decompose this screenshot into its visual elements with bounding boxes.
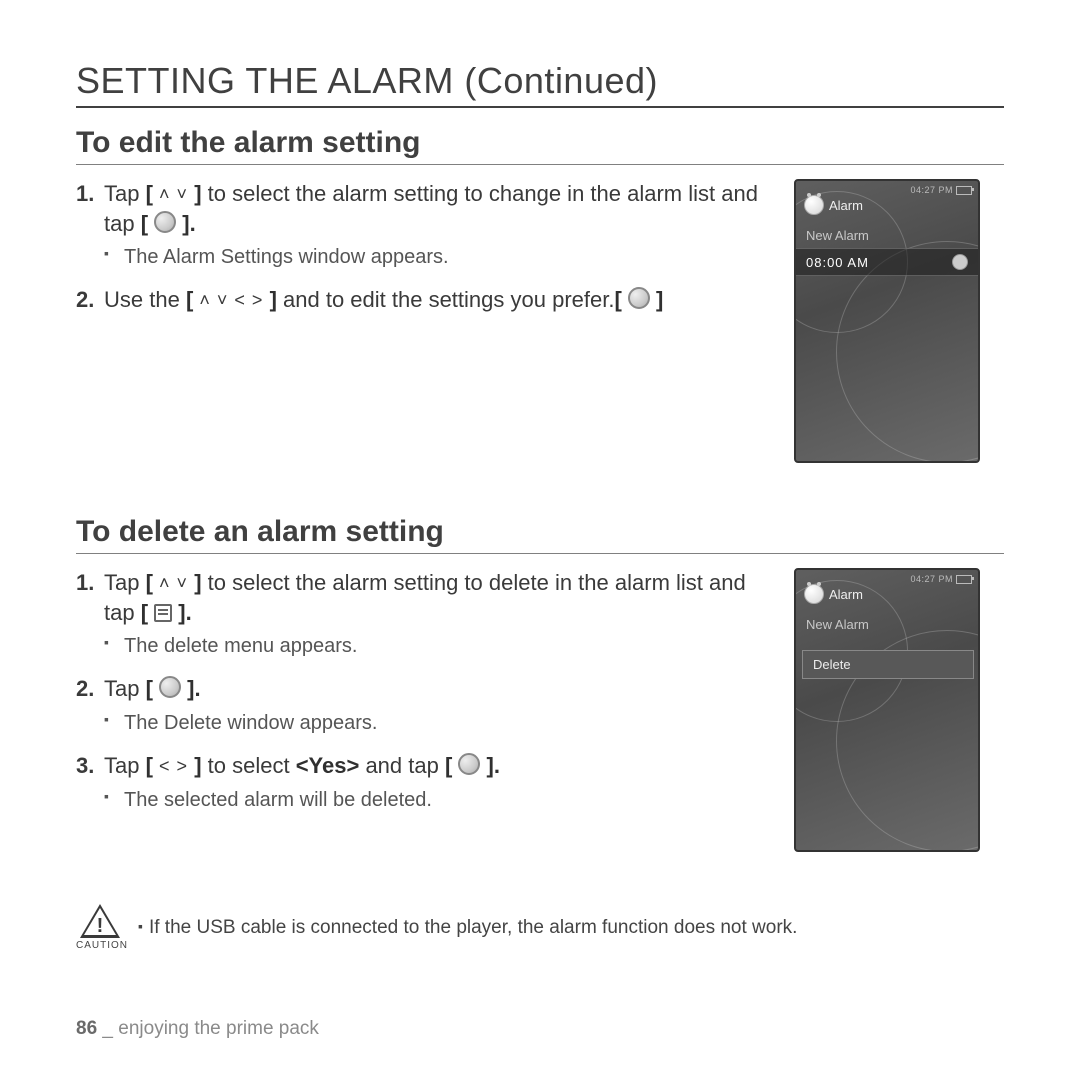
- instruction-substep: The Alarm Settings window appears.: [104, 244, 766, 271]
- select-button-icon: [159, 676, 181, 698]
- battery-icon: [956, 186, 972, 195]
- instruction-step: 2.Use the [ ˄ ˅ ˂ ˃ ] and to edit the se…: [76, 285, 766, 315]
- section-delete: 1.Tap [ ˄ ˅ ] to select the alarm settin…: [76, 568, 1004, 852]
- page-title: SETTING THE ALARM (Continued): [76, 60, 1004, 108]
- device-status-bar: 04:27 PM: [910, 185, 972, 195]
- alarm-clock-icon: [804, 195, 824, 215]
- device-status-bar: 04:27 PM: [910, 574, 972, 584]
- footer-sep: _: [97, 1018, 118, 1039]
- alarm-clock-icon: [804, 584, 824, 604]
- device-screenshot-delete: 04:27 PM Alarm New Alarm Delete: [794, 568, 980, 852]
- device-alarm-row: 08:00 AM: [796, 248, 978, 276]
- instruction-step: 1.Tap [ ˄ ˅ ] to select the alarm settin…: [76, 568, 766, 660]
- device-time: 04:27 PM: [910, 574, 953, 584]
- device-alarm-list: New Alarm: [796, 612, 978, 637]
- device-title: Alarm: [804, 195, 863, 215]
- section-edit: 1.Tap [ ˄ ˅ ] to select the alarm settin…: [76, 179, 1004, 463]
- page-footer: 86 _ enjoying the prime pack: [76, 1018, 319, 1040]
- section-heading-delete: To delete an alarm setting: [76, 515, 1004, 554]
- instruction-substep: The delete menu appears.: [104, 633, 766, 660]
- device-alarm-row: New Alarm: [796, 612, 978, 637]
- instruction-step: 3.Tap [ ˂ ˃ ] to select <Yes> and tap [ …: [76, 751, 766, 814]
- instruction-step: 2.Tap [ ].The Delete window appears.: [76, 674, 766, 737]
- menu-button-icon: [154, 604, 172, 622]
- direction-arrows-icon: ˄ ˅ ˂ ˃: [199, 291, 263, 309]
- battery-icon: [956, 575, 972, 584]
- edit-steps: 1.Tap [ ˄ ˅ ] to select the alarm settin…: [76, 179, 766, 329]
- caution-note: ! CAUTION ▪If the USB cable is connected…: [76, 904, 1004, 951]
- select-button-icon: [628, 287, 650, 309]
- caution-icon: ! CAUTION: [76, 904, 124, 951]
- direction-arrows-icon: ˄ ˅: [159, 185, 188, 203]
- instruction-substep: The selected alarm will be deleted.: [104, 787, 766, 814]
- page-number: 86: [76, 1018, 97, 1039]
- device-title: Alarm: [804, 584, 863, 604]
- device-screenshot-edit: 04:27 PM Alarm New Alarm08:00 AM: [794, 179, 980, 463]
- caution-text: ▪If the USB cable is connected to the pl…: [138, 917, 797, 939]
- device-title-text: Alarm: [829, 587, 863, 602]
- caution-label: CAUTION: [76, 940, 124, 951]
- instruction-substep: The Delete window appears.: [104, 710, 766, 737]
- direction-arrows-icon: ˄ ˅: [159, 574, 188, 592]
- alarm-set-icon: [952, 254, 968, 270]
- device-time: 04:27 PM: [910, 185, 953, 195]
- select-button-icon: [154, 211, 176, 233]
- instruction-step: 1.Tap [ ˄ ˅ ] to select the alarm settin…: [76, 179, 766, 271]
- select-button-icon: [458, 753, 480, 775]
- delete-steps: 1.Tap [ ˄ ˅ ] to select the alarm settin…: [76, 568, 766, 828]
- device-title-text: Alarm: [829, 198, 863, 213]
- chapter-name: enjoying the prime pack: [118, 1018, 319, 1039]
- device-alarm-list: New Alarm08:00 AM: [796, 223, 978, 276]
- device-alarm-row: New Alarm: [796, 223, 978, 248]
- section-heading-edit: To edit the alarm setting: [76, 126, 1004, 165]
- device-delete-popup: Delete: [802, 650, 974, 679]
- direction-arrows-icon: ˂ ˃: [159, 757, 188, 775]
